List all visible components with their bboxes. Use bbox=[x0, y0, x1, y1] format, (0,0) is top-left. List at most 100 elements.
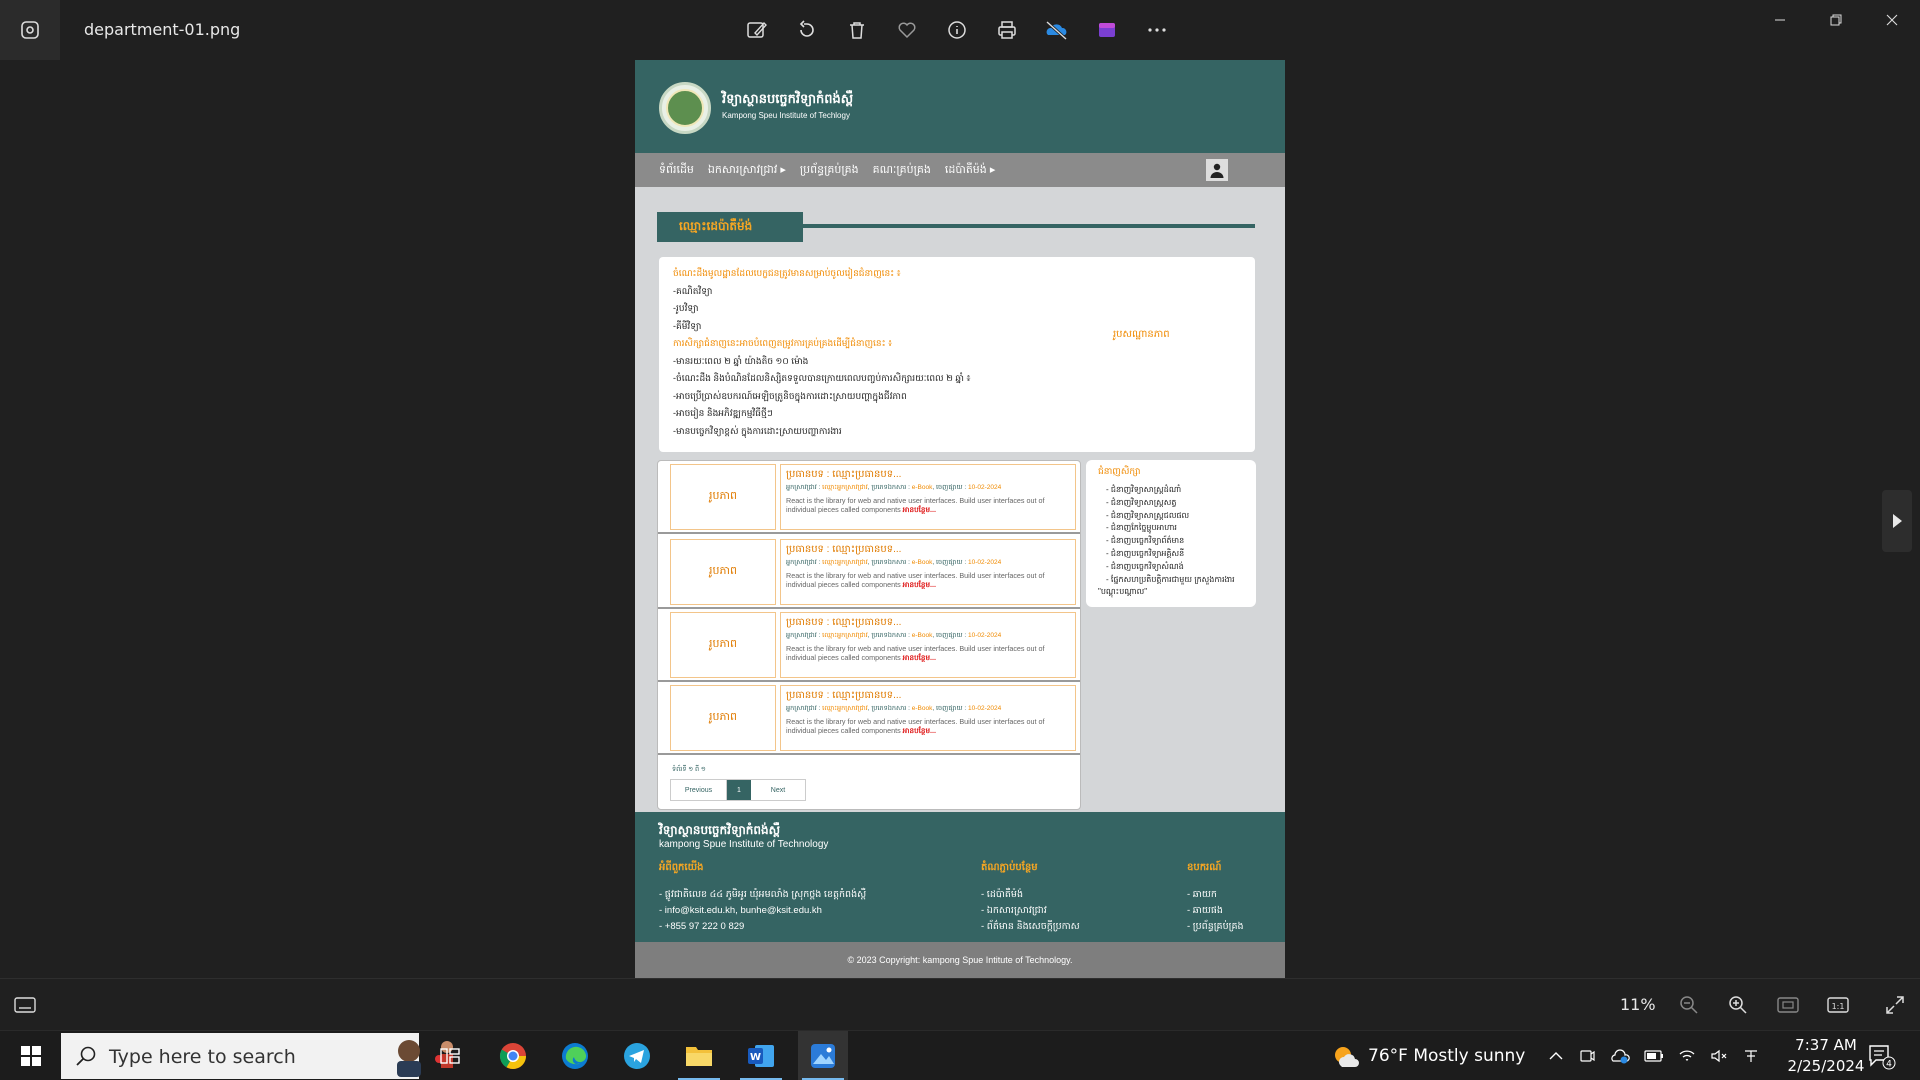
subject-item[interactable]: - ជំនាញវិទ្យាសាស្ត្រសត្វ bbox=[1106, 497, 1235, 510]
rotate-icon[interactable] bbox=[790, 12, 824, 48]
telegram-icon[interactable] bbox=[612, 1031, 662, 1080]
book-title[interactable]: ប្រធានបទ : ឈ្មោះប្រធានបទ... bbox=[786, 688, 1070, 703]
footer-links: តំណភ្ជាប់បន្ថែម - ដេប៉ាតឺម៉ង់ - ឯកសារស្រ… bbox=[981, 860, 1080, 935]
book-title[interactable]: ប្រធានបទ : ឈ្មោះប្រធានបទ... bbox=[786, 467, 1070, 482]
read-more-link[interactable]: អានបន្ថែម... bbox=[903, 580, 936, 589]
restore-button[interactable] bbox=[1808, 0, 1864, 40]
subject-item[interactable]: - ជំនាញកែច្នៃម្ហូបអាហារ bbox=[1106, 522, 1235, 535]
footer-link[interactable]: - ឯកសារស្រាវជ្រាវ bbox=[981, 903, 1080, 919]
read-more-link[interactable]: អានបន្ថែម... bbox=[903, 726, 936, 735]
book-item[interactable]: រូបភាព ប្រធានបទ : ឈ្មោះប្រធានបទ... អ្នកស… bbox=[658, 536, 1080, 609]
nav-system[interactable]: ប្រព័ន្ធគ្រប់គ្រង bbox=[800, 163, 859, 179]
fit-to-window-icon[interactable] bbox=[1773, 991, 1803, 1019]
subject-item[interactable]: "បណ្ដុះបណ្ដាល" bbox=[1098, 586, 1235, 599]
user-icon[interactable] bbox=[1206, 159, 1228, 181]
footer-tool[interactable]: - ប្រព័ន្ធគ្រប់គ្រង bbox=[1187, 919, 1244, 935]
wifi-icon[interactable] bbox=[1678, 1048, 1696, 1064]
weather-text: 76°F Mostly sunny bbox=[1368, 1046, 1526, 1066]
book-item[interactable]: រូបភាព ប្រធានបទ : ឈ្មោះប្រធានបទ... អ្នកស… bbox=[658, 609, 1080, 682]
zoom-out-icon[interactable] bbox=[1674, 991, 1704, 1019]
notification-center-icon[interactable]: 4 bbox=[1866, 1031, 1896, 1080]
zoom-level[interactable]: 11% bbox=[1620, 995, 1656, 1014]
next-button[interactable]: Next bbox=[751, 780, 805, 800]
book-meta: អ្នកស្រាវជ្រាវ : ឈ្មោះអ្នកស្រាវជ្រាវ, ប្… bbox=[786, 484, 1002, 491]
viewer-titlebar: department-01.png bbox=[0, 0, 1920, 60]
subject-item[interactable]: - ជំនាញបច្ចេកវិទ្យាអគ្គិសនី bbox=[1106, 548, 1235, 561]
subject-item[interactable]: - ជំនាញបច្ចេកវិទ្យាសំណង់ bbox=[1106, 561, 1235, 574]
site-nav: ទំព័រដើម ឯកសារស្រាវជ្រាវ ▸ ប្រព័ន្ធគ្រប់… bbox=[635, 153, 1285, 187]
footer-tools: ឧបករណ៍ - ឆាយក - ឆាយផង - ប្រព័ន្ធគ្រប់គ្រ… bbox=[1187, 860, 1244, 935]
book-description: React is the library for web and native … bbox=[786, 496, 1045, 514]
photos-taskbar-icon[interactable] bbox=[798, 1031, 848, 1080]
photos-app-icon[interactable] bbox=[0, 0, 60, 60]
chrome-icon[interactable] bbox=[488, 1031, 538, 1080]
read-more-link[interactable]: អានបន្ថែម... bbox=[903, 653, 936, 662]
book-description: React is the library for web and native … bbox=[786, 717, 1045, 735]
book-item[interactable]: រូបភាព ប្រធានបទ : ឈ្មោះប្រធានបទ... អ្នកស… bbox=[658, 461, 1080, 534]
next-image-button[interactable] bbox=[1882, 490, 1912, 552]
book-thumbnail[interactable]: រូបភាព bbox=[670, 539, 776, 605]
nav-home[interactable]: ទំព័រដើម bbox=[659, 163, 694, 179]
onedrive-tray-icon[interactable] bbox=[1610, 1047, 1630, 1065]
actual-size-icon[interactable]: 1:1 bbox=[1823, 991, 1853, 1019]
footer-name-en: kampong Spue Institute of Technology bbox=[659, 839, 829, 850]
file-explorer-icon[interactable] bbox=[674, 1031, 724, 1080]
book-thumbnail[interactable]: រូបភាព bbox=[670, 464, 776, 530]
footer-tool[interactable]: - ឆាយផង bbox=[1187, 903, 1244, 919]
search-icon bbox=[75, 1045, 97, 1071]
onedrive-icon[interactable] bbox=[1040, 12, 1074, 48]
more-options-icon[interactable] bbox=[1140, 12, 1174, 48]
battery-icon[interactable] bbox=[1644, 1048, 1664, 1064]
delete-icon[interactable] bbox=[840, 12, 874, 48]
meet-now-icon[interactable] bbox=[1578, 1047, 1596, 1065]
nav-management[interactable]: គណៈគ្រប់គ្រង bbox=[873, 163, 931, 179]
footer-email[interactable]: - info@ksit.edu.kh, bunhe@ksit.edu.kh bbox=[659, 903, 866, 919]
department-info-card: ចំណេះដឹងមូលដ្ឋានដែលបេក្ខជនត្រូវមានសម្រាប… bbox=[659, 257, 1255, 452]
page-1-button[interactable]: 1 bbox=[727, 780, 751, 800]
zoom-in-icon[interactable] bbox=[1723, 991, 1753, 1019]
chevron-up-icon[interactable] bbox=[1548, 1048, 1564, 1064]
word-icon[interactable]: W bbox=[736, 1031, 786, 1080]
weather-widget[interactable]: 76°F Mostly sunny bbox=[1330, 1031, 1525, 1080]
info-line: ការសិក្សាជំនាញនេះអាចបំពេញតម្រូវការគ្រប់គ… bbox=[673, 338, 893, 348]
footer-tool[interactable]: - ឆាយក bbox=[1187, 887, 1244, 903]
clock[interactable]: 7:37 AM 2/25/2024 bbox=[1778, 1035, 1874, 1077]
close-button[interactable] bbox=[1864, 0, 1920, 40]
subject-item[interactable]: - ផ្នែកសហប្រតិបត្តិការជាមួយ ក្រសួងការងារ bbox=[1106, 574, 1235, 587]
filmstrip-icon[interactable] bbox=[10, 991, 40, 1019]
site-name-en: Kampong Speu Institute of Techlogy bbox=[722, 111, 850, 120]
book-thumbnail[interactable]: រូបភាព bbox=[670, 612, 776, 678]
windows-start-icon[interactable] bbox=[10, 1031, 52, 1080]
favorite-icon[interactable] bbox=[890, 12, 924, 48]
task-view-icon[interactable] bbox=[425, 1031, 475, 1080]
input-method-icon[interactable] bbox=[1742, 1047, 1760, 1065]
nav-department[interactable]: ដេប៉ាតឺម៉ង់ ▸ bbox=[945, 163, 995, 179]
book-item[interactable]: រូបភាព ប្រធានបទ : ឈ្មោះប្រធានបទ... អ្នកស… bbox=[658, 682, 1080, 755]
section-divider bbox=[803, 224, 1255, 228]
volume-muted-icon[interactable] bbox=[1710, 1048, 1728, 1064]
print-icon[interactable] bbox=[990, 12, 1024, 48]
taskbar-search[interactable]: Type here to search bbox=[61, 1033, 453, 1079]
book-meta: អ្នកស្រាវជ្រាវ : ឈ្មោះអ្នកស្រាវជ្រាវ, ប្… bbox=[786, 632, 1002, 639]
book-title[interactable]: ប្រធានបទ : ឈ្មោះប្រធានបទ... bbox=[786, 542, 1070, 557]
previous-button[interactable]: Previous bbox=[671, 780, 727, 800]
footer-link[interactable]: - ព័ត៌មាន និងសេចក្ដីប្រកាស bbox=[981, 919, 1080, 935]
subject-item[interactable]: - ជំនាញបច្ចេកវិទ្យាព័ត៌មាន bbox=[1106, 535, 1235, 548]
section-title: ឈ្មោះដេប៉ាតឺម៉ង់ bbox=[657, 212, 803, 242]
fullscreen-icon[interactable] bbox=[1880, 991, 1910, 1019]
minimize-button[interactable] bbox=[1752, 0, 1808, 40]
file-name: department-01.png bbox=[84, 20, 241, 39]
edge-icon[interactable] bbox=[550, 1031, 600, 1080]
edit-image-icon[interactable] bbox=[740, 12, 774, 48]
book-thumbnail[interactable]: រូបភាព bbox=[670, 685, 776, 751]
clipchamp-icon[interactable] bbox=[1090, 12, 1124, 48]
footer-link[interactable]: - ដេប៉ាតឺម៉ង់ bbox=[981, 887, 1080, 903]
subject-item[interactable]: - ជំនាញវិទ្យាសាស្ត្រជលផល bbox=[1106, 510, 1235, 523]
info-icon[interactable] bbox=[940, 12, 974, 48]
book-description: React is the library for web and native … bbox=[786, 644, 1045, 662]
read-more-link[interactable]: អានបន្ថែម... bbox=[903, 505, 936, 514]
book-title[interactable]: ប្រធានបទ : ឈ្មោះប្រធានបទ... bbox=[786, 615, 1070, 630]
nav-research[interactable]: ឯកសារស្រាវជ្រាវ ▸ bbox=[708, 163, 786, 179]
info-line: -គណិតវិទ្យា bbox=[673, 285, 713, 296]
subject-item[interactable]: - ជំនាញវិទ្យាសាស្ត្រដំណាំ bbox=[1106, 484, 1235, 497]
